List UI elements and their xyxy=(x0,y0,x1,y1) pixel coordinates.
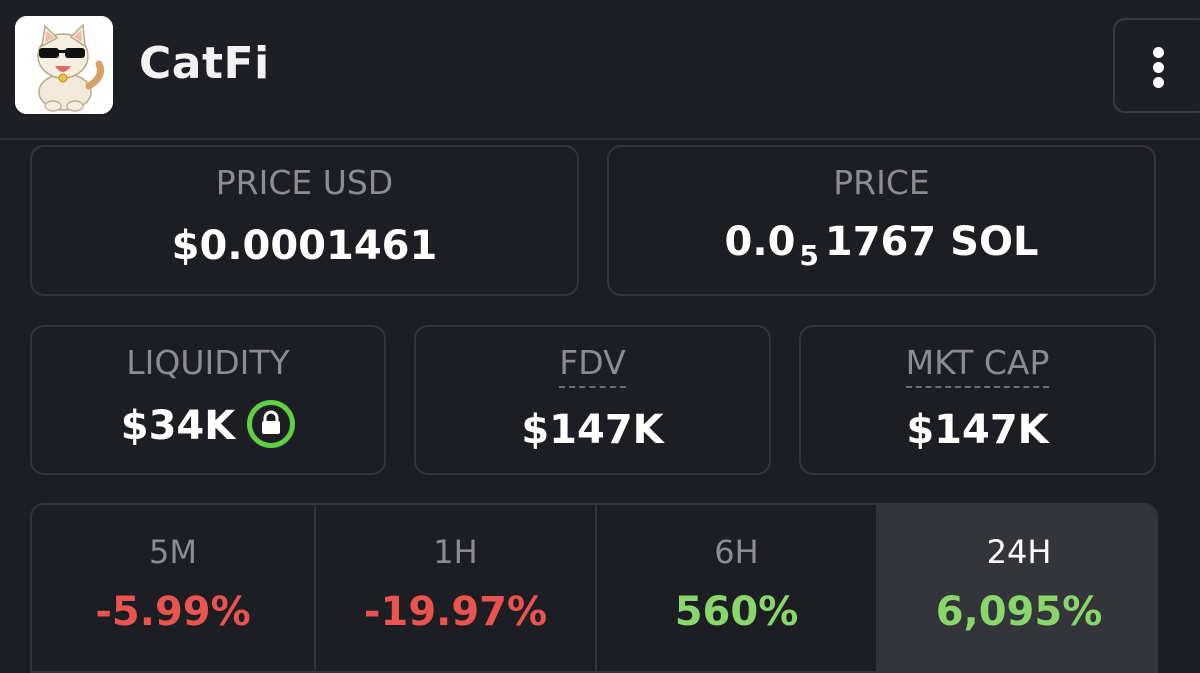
tab-24h-label: 24H xyxy=(986,533,1052,571)
price-sol-zero-count: 5 xyxy=(799,239,819,272)
cat-sunglasses-logo-icon xyxy=(15,16,113,114)
lock-icon[interactable] xyxy=(247,400,296,448)
fdv-label[interactable]: FDV xyxy=(559,343,626,388)
tab-5m-label: 5M xyxy=(149,533,197,571)
price-usd-label: PRICE USD xyxy=(215,163,394,202)
tab-5m-change: -5.99% xyxy=(95,589,251,635)
app-header: CatFi xyxy=(0,0,1200,140)
price-sol-value: 0.0 5 1767 SOL xyxy=(609,219,1154,272)
liquidity-value: $34K xyxy=(120,403,236,449)
tab-1h-change: -19.97% xyxy=(363,589,548,635)
more-options-button[interactable] xyxy=(1113,18,1200,113)
fdv-value: $147K xyxy=(521,407,664,453)
tab-6h-label: 6H xyxy=(714,533,759,571)
price-usd-card: PRICE USD $0.0001461 xyxy=(30,145,579,296)
tab-24h-change: 6,095% xyxy=(935,589,1103,635)
price-usd-value: $0.0001461 xyxy=(171,223,438,269)
price-sol-label: PRICE xyxy=(833,163,930,202)
mkt-cap-label-wrap: MKT CAP xyxy=(801,343,1154,388)
price-sol-prefix: 0.0 xyxy=(724,219,796,265)
tab-6h-change: 560% xyxy=(674,589,799,635)
mkt-cap-value: $147K xyxy=(906,407,1049,453)
tab-5m[interactable]: 5M -5.99% xyxy=(32,505,314,671)
mkt-cap-label[interactable]: MKT CAP xyxy=(905,343,1050,388)
tab-24h[interactable]: 24H 6,095% xyxy=(876,505,1156,671)
tab-6h[interactable]: 6H 560% xyxy=(595,505,876,671)
tab-1h[interactable]: 1H -19.97% xyxy=(314,505,595,671)
app-title: CatFi xyxy=(139,38,270,89)
liquidity-value-row: $34K xyxy=(32,400,384,452)
price-change-tabs: 5M -5.99% 1H -19.97% 6H 560% 24H 6,095% xyxy=(30,503,1158,673)
fdv-label-wrap: FDV xyxy=(416,343,769,388)
mkt-cap-card: MKT CAP $147K xyxy=(799,325,1156,475)
liquidity-card: LIQUIDITY $34K xyxy=(30,325,386,475)
tab-1h-label: 1H xyxy=(433,533,478,571)
fdv-card: FDV $147K xyxy=(414,325,771,475)
liquidity-label: LIQUIDITY xyxy=(126,343,290,382)
price-sol-suffix: 1767 SOL xyxy=(824,219,1039,265)
price-sol-card: PRICE 0.0 5 1767 SOL xyxy=(607,145,1156,296)
